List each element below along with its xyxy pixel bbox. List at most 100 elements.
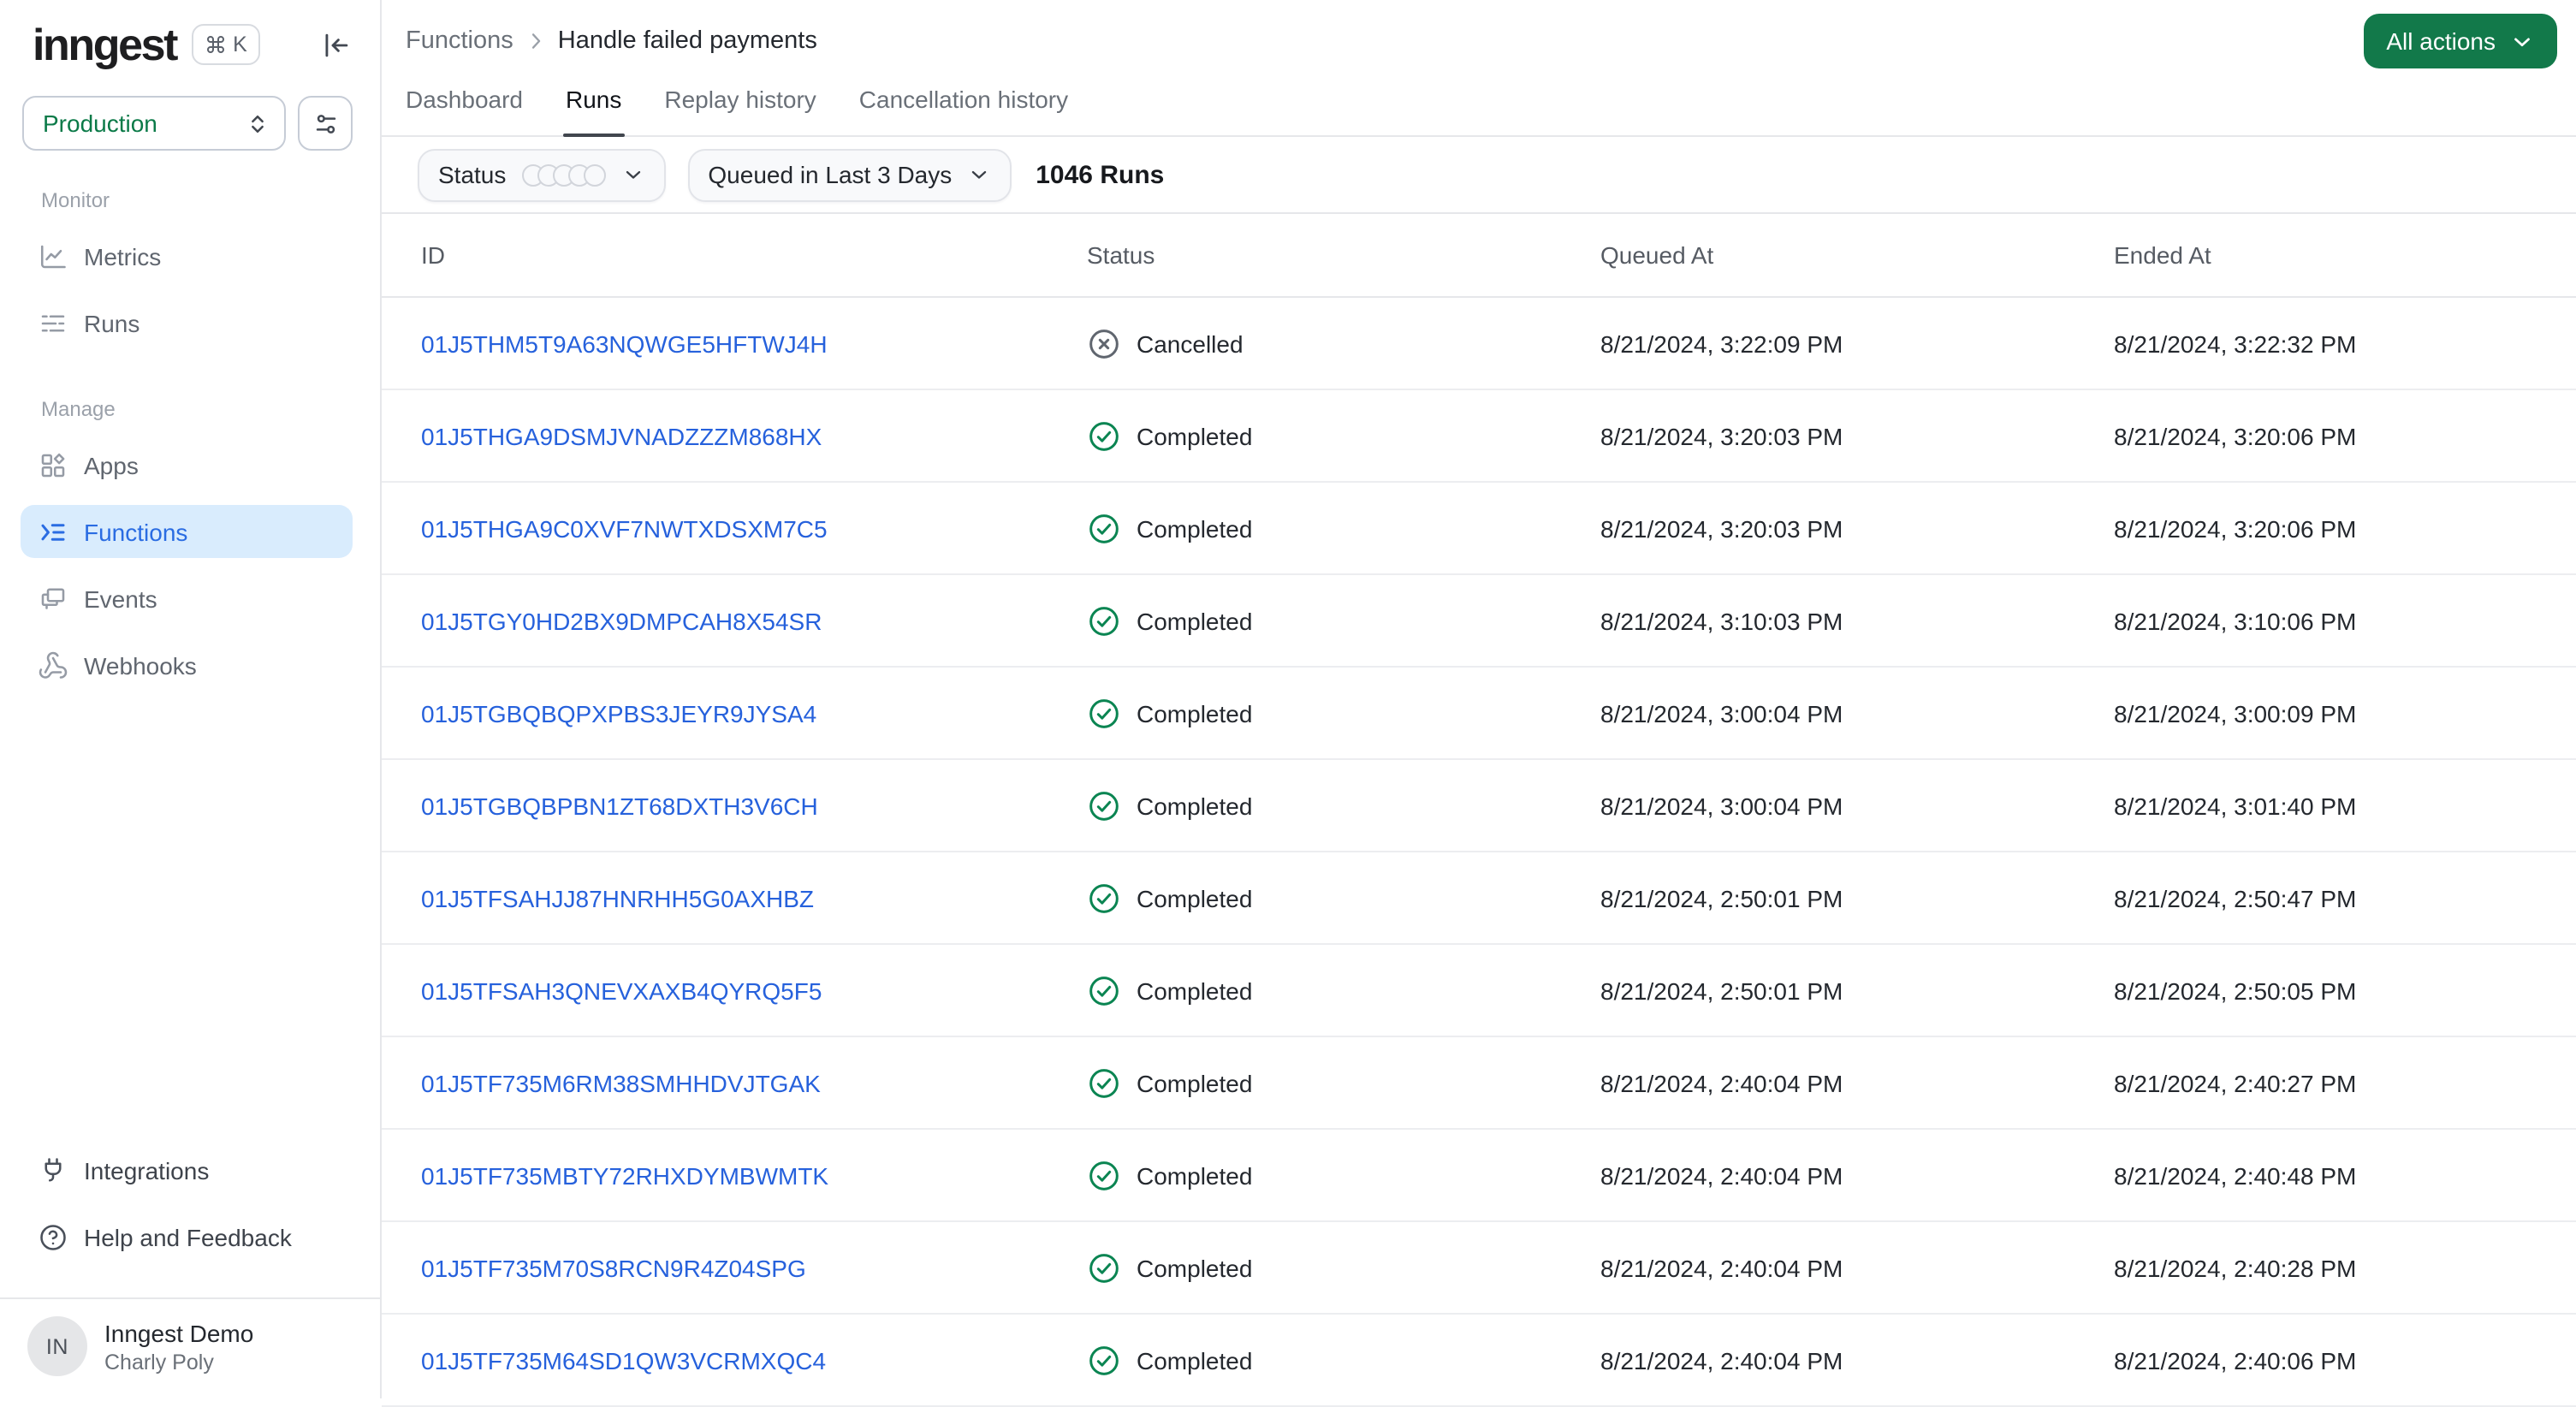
completed-check-icon <box>1087 1250 1121 1285</box>
table-row: 01J5TFSAH3QNEVXAXB4QYRQ5F5 Completed 8/2… <box>382 945 2576 1037</box>
app-window: inngest K Production Monitor Metrics Run… <box>0 0 2576 1407</box>
queued-at-cell: 8/21/2024, 3:00:04 PM <box>1600 699 1843 727</box>
sidebar-header: inngest K <box>0 0 380 89</box>
sidebar-item-apps[interactable]: Apps <box>21 438 353 491</box>
run-id-link[interactable]: 01J5TF735M70S8RCN9R4Z04SPG <box>421 1254 806 1281</box>
table-row: 01J5TF735M64SD1QW3VCRMXQC4 Completed 8/2… <box>382 1315 2576 1407</box>
run-id-link[interactable]: 01J5TF735MBTY72RHXDYMBWMTK <box>421 1161 828 1189</box>
sidebar-item-integrations[interactable]: Integrations <box>21 1143 353 1196</box>
sliders-icon <box>311 109 340 138</box>
ended-at-cell: 8/21/2024, 3:22:32 PM <box>2114 329 2357 357</box>
run-id-link[interactable]: 01J5TGY0HD2BX9DMPCAH8X54SR <box>421 607 822 634</box>
run-id-link[interactable]: 01J5TGBQBQPXPBS3JEYR9JYSA4 <box>421 699 816 727</box>
run-id-link[interactable]: 01J5THM5T9A63NQWGE5HFTWJ4H <box>421 329 828 357</box>
sidebar-item-functions[interactable]: Functions <box>21 505 353 558</box>
table-header: ID Status Queued At Ended At <box>382 214 2576 298</box>
status-label: Completed <box>1137 884 1253 911</box>
table-row: 01J5TGY0HD2BX9DMPCAH8X54SR Completed 8/2… <box>382 575 2576 668</box>
status-label: Completed <box>1137 792 1253 819</box>
status-label: Completed <box>1137 699 1253 727</box>
environment-label: Production <box>43 110 157 137</box>
command-k-shortcut[interactable]: K <box>192 24 261 65</box>
run-id-link[interactable]: 01J5TF735M64SD1QW3VCRMXQC4 <box>421 1346 826 1374</box>
help-circle-icon <box>38 1221 68 1252</box>
nav-section-manage: Manage <box>41 397 116 421</box>
function-list-icon <box>38 516 68 547</box>
ended-at-cell: 8/21/2024, 2:50:47 PM <box>2114 884 2357 911</box>
status-label: Completed <box>1137 977 1253 1004</box>
queued-at-cell: 8/21/2024, 2:40:04 PM <box>1600 1069 1843 1096</box>
environment-selector[interactable]: Production <box>22 96 286 151</box>
collapse-sidebar-icon[interactable] <box>320 28 353 61</box>
sidebar-item-label: Integrations <box>84 1156 210 1184</box>
ended-at-cell: 8/21/2024, 2:40:28 PM <box>2114 1254 2357 1281</box>
ended-at-cell: 8/21/2024, 3:20:06 PM <box>2114 422 2357 449</box>
status-label: Completed <box>1137 1161 1253 1189</box>
filter-bar: Status Queued in Last 3 Days 1046 Runs <box>382 137 2576 214</box>
sidebar-item-metrics[interactable]: Metrics <box>21 229 353 282</box>
queued-at-cell: 8/21/2024, 3:22:09 PM <box>1600 329 1843 357</box>
run-id-link[interactable]: 01J5THGA9C0XVF7NWTXDSXM7C5 <box>421 514 828 542</box>
status-dots-icon <box>521 163 606 186</box>
tabs-bar: Dashboard Runs Replay history Cancellati… <box>382 82 2576 137</box>
all-actions-button[interactable]: All actions <box>2364 14 2557 68</box>
avatar: IN <box>27 1316 87 1376</box>
list-dashed-icon <box>38 307 68 338</box>
status-label: Cancelled <box>1137 329 1243 357</box>
plug-icon <box>38 1155 68 1185</box>
breadcrumb-current-page: Handle failed payments <box>557 27 817 55</box>
sidebar-item-runs[interactable]: Runs <box>21 296 353 349</box>
table-row: 01J5TF735MBTY72RHXDYMBWMTK Completed 8/2… <box>382 1130 2576 1222</box>
sidebar-item-label: Functions <box>84 518 188 545</box>
sidebar-item-label: Webhooks <box>84 651 197 679</box>
tab-cancellation-history[interactable]: Cancellation history <box>859 82 1068 135</box>
column-header-queued-at: Queued At <box>1600 241 1714 269</box>
tab-runs[interactable]: Runs <box>562 82 625 137</box>
run-id-link[interactable]: 01J5THGA9DSMJVNADZZZM868HX <box>421 422 822 449</box>
apps-grid-icon <box>38 449 68 480</box>
main-content: Functions Handle failed payments All act… <box>382 0 2576 1407</box>
sidebar-item-events[interactable]: Events <box>21 572 353 625</box>
queued-at-cell: 8/21/2024, 3:10:03 PM <box>1600 607 1843 634</box>
environment-settings-button[interactable] <box>298 96 353 151</box>
table-row: 01J5THGA9DSMJVNADZZZM868HX Completed 8/2… <box>382 390 2576 483</box>
sidebar-footer: Integrations Help and Feedback <box>0 1143 380 1297</box>
time-range-filter-dropdown[interactable]: Queued in Last 3 Days <box>687 148 1012 201</box>
completed-check-icon <box>1087 1343 1121 1377</box>
ended-at-cell: 8/21/2024, 2:40:48 PM <box>2114 1161 2357 1189</box>
breadcrumb-functions[interactable]: Functions <box>406 27 513 55</box>
webhook-icon <box>38 650 68 680</box>
ended-at-cell: 8/21/2024, 2:50:05 PM <box>2114 977 2357 1004</box>
completed-check-icon <box>1087 1066 1121 1100</box>
completed-check-icon <box>1087 973 1121 1007</box>
user-name: Charly Poly <box>104 1350 214 1374</box>
ended-at-cell: 8/21/2024, 2:40:06 PM <box>2114 1346 2357 1374</box>
status-label: Completed <box>1137 1346 1253 1374</box>
run-id-link[interactable]: 01J5TF735M6RM38SMHHDVJTGAK <box>421 1069 821 1096</box>
sidebar-item-webhooks[interactable]: Webhooks <box>21 638 353 692</box>
breadcrumb-bar: Functions Handle failed payments All act… <box>382 0 2576 82</box>
run-id-link[interactable]: 01J5TFSAHJJ87HNRHH5G0AXHBZ <box>421 884 814 911</box>
table-row: 01J5THGA9C0XVF7NWTXDSXM7C5 Completed 8/2… <box>382 483 2576 575</box>
run-id-link[interactable]: 01J5TGBQBPBN1ZT68DXTH3V6CH <box>421 792 818 819</box>
completed-check-icon <box>1087 788 1121 822</box>
cancelled-x-icon <box>1087 326 1121 360</box>
completed-check-icon <box>1087 1158 1121 1192</box>
completed-check-icon <box>1087 603 1121 638</box>
queued-at-cell: 8/21/2024, 2:40:04 PM <box>1600 1254 1843 1281</box>
chevron-right-icon <box>524 29 548 53</box>
windows-stack-icon <box>38 583 68 614</box>
queued-at-cell: 8/21/2024, 2:50:01 PM <box>1600 977 1843 1004</box>
sidebar-item-label: Metrics <box>84 242 162 270</box>
tab-replay-history[interactable]: Replay history <box>664 82 816 135</box>
chevron-down-icon <box>967 163 991 187</box>
sidebar-item-help-and-feedback[interactable]: Help and Feedback <box>21 1210 353 1263</box>
table-row: 01J5TFSAHJJ87HNRHH5G0AXHBZ Completed 8/2… <box>382 852 2576 945</box>
run-id-link[interactable]: 01J5TFSAH3QNEVXAXB4QYRQ5F5 <box>421 977 822 1004</box>
runs-table-body: 01J5THM5T9A63NQWGE5HFTWJ4H Cancelled 8/2… <box>382 298 2576 1407</box>
tab-dashboard[interactable]: Dashboard <box>406 82 523 135</box>
ended-at-cell: 8/21/2024, 3:20:06 PM <box>2114 514 2357 542</box>
sidebar-item-label: Runs <box>84 309 140 336</box>
user-menu[interactable]: IN Inngest Demo Charly Poly <box>0 1297 380 1398</box>
status-filter-dropdown[interactable]: Status <box>418 148 666 201</box>
